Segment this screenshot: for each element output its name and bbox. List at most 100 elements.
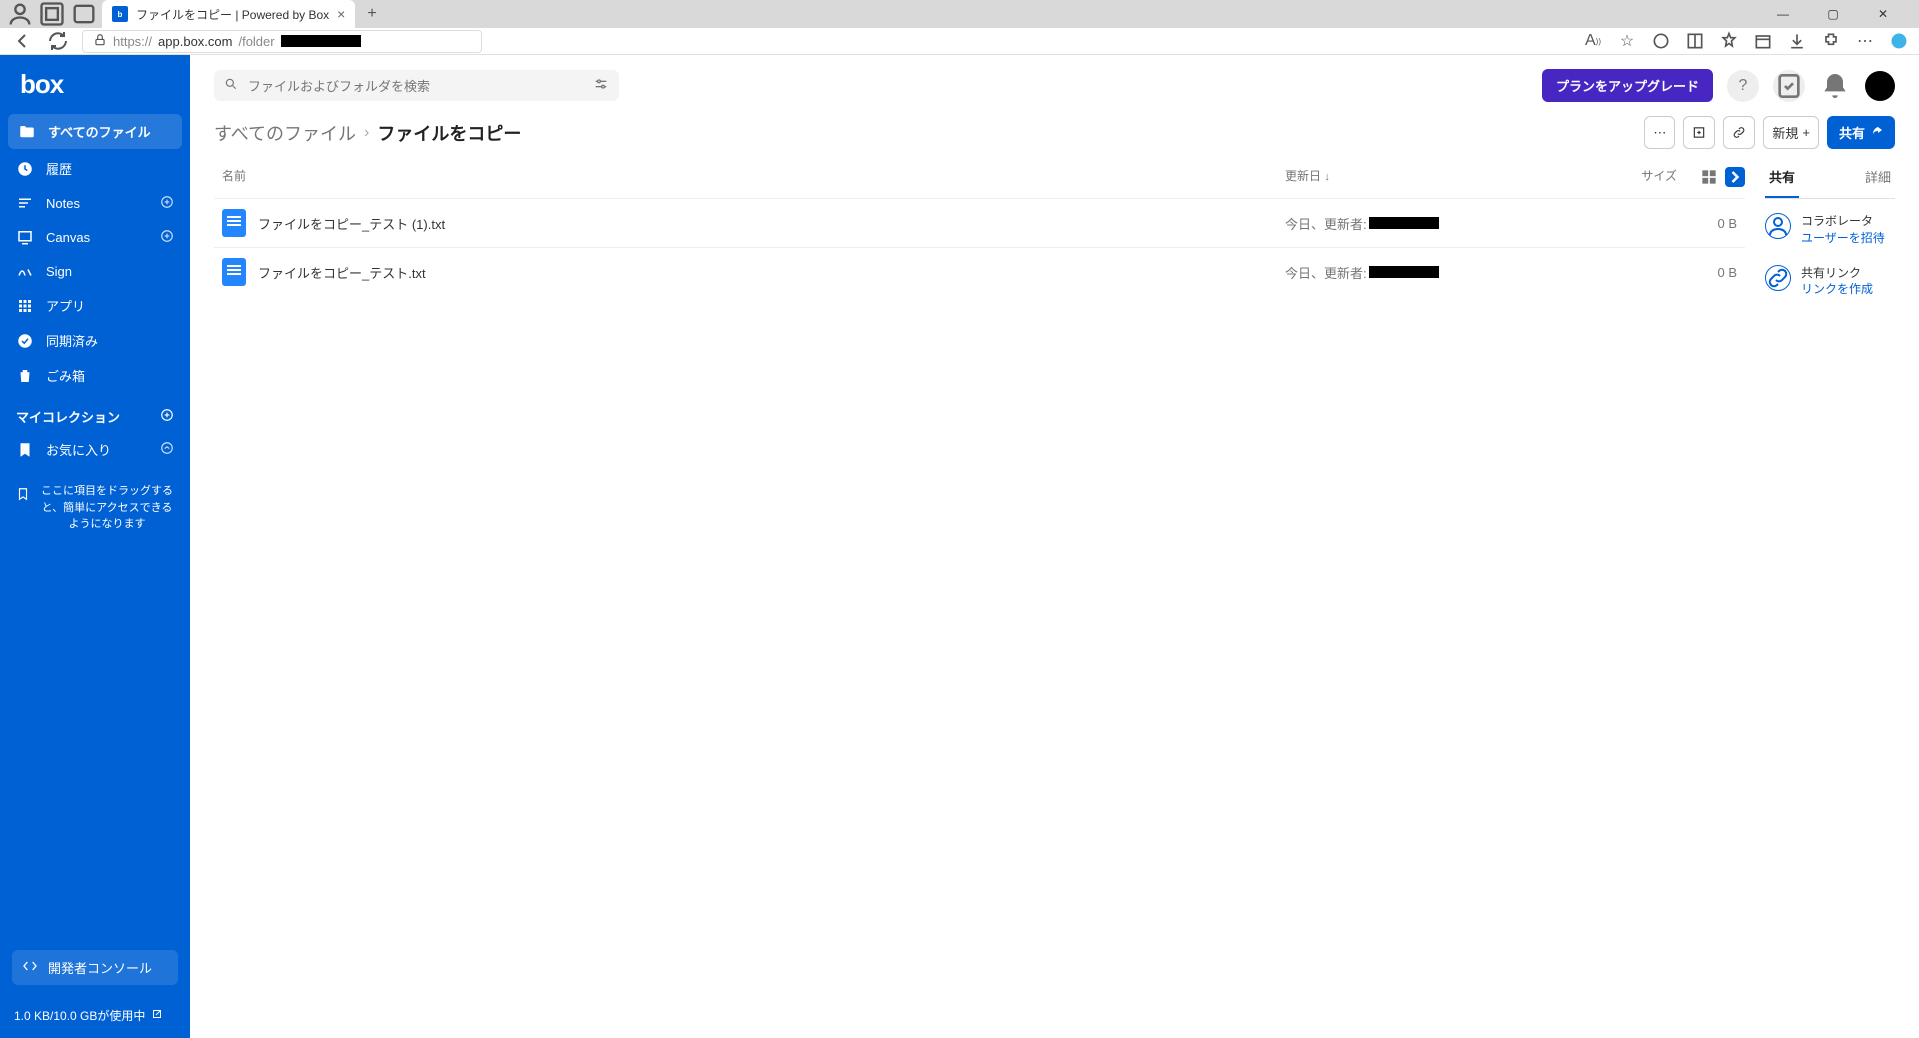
minimize-icon[interactable]: — [1765, 7, 1801, 21]
link-icon [1765, 265, 1791, 291]
invite-user-link[interactable]: ユーザーを招待 [1801, 230, 1885, 247]
file-size: 0 B [1565, 265, 1745, 280]
favorites-icon[interactable] [1719, 31, 1739, 51]
more-actions-button[interactable]: ⋯ [1644, 116, 1675, 149]
breadcrumb-current: ファイルをコピー [377, 120, 521, 146]
box-logo[interactable]: box [0, 55, 190, 112]
sidebar-item-synced[interactable]: 同期済み [0, 323, 190, 358]
browser-tab[interactable]: b ファイルをコピー | Powered by Box × [102, 0, 355, 28]
sidebar-item-label: アプリ [46, 296, 85, 315]
tab-share[interactable]: 共有 [1765, 161, 1799, 198]
refresh-button[interactable] [46, 29, 70, 53]
file-list: 名前 更新日 ↓ サイズ ファイルをコピー_テスト (1).txt 今日、更新者… [214, 161, 1745, 302]
breadcrumb-row: すべてのファイル › ファイルをコピー ⋯ 新規 + 共有 [190, 110, 1919, 161]
url-host: app.box.com [158, 34, 232, 49]
trash-icon [16, 367, 34, 385]
dev-console-button[interactable]: 開発者コンソール [12, 950, 178, 985]
url-redacted [281, 35, 361, 47]
avatar[interactable] [1865, 71, 1895, 101]
new-tab-button[interactable]: + [359, 5, 384, 23]
sidebar-item-favorites[interactable]: お気に入り [0, 432, 190, 467]
downloads-icon[interactable] [1787, 31, 1807, 51]
share-button[interactable]: 共有 [1827, 116, 1895, 149]
extension-icon[interactable] [1651, 31, 1671, 51]
sidebar-item-label: Sign [46, 264, 72, 279]
close-window-icon[interactable]: ✕ [1865, 7, 1901, 21]
browser-chrome: b ファイルをコピー | Powered by Box × + — ▢ ✕ ht… [0, 0, 1919, 55]
sidebar-item-apps[interactable]: アプリ [0, 288, 190, 323]
transfer-button[interactable] [1683, 116, 1715, 149]
profile-icon[interactable] [6, 0, 34, 28]
sign-icon [16, 262, 34, 280]
plus-icon: + [1802, 125, 1810, 140]
collaborator-section: コラボレータ ユーザーを招待 [1765, 199, 1895, 251]
search-filter-icon[interactable] [593, 76, 609, 95]
panel-toggle-icon[interactable] [1725, 167, 1745, 187]
collections-icon[interactable] [1753, 31, 1773, 51]
col-header-date[interactable]: 更新日 ↓ [1285, 167, 1565, 187]
window-controls: — ▢ ✕ [1765, 7, 1913, 21]
sidebar-item-history[interactable]: 履歴 [0, 151, 190, 186]
help-icon[interactable]: ? [1727, 70, 1759, 102]
grid-view-icon[interactable] [1699, 167, 1719, 187]
search-input[interactable]: ファイルおよびフォルダを検索 [214, 70, 619, 101]
back-button[interactable] [10, 29, 34, 53]
close-tab-icon[interactable]: × [337, 6, 345, 22]
tab-detail[interactable]: 詳細 [1861, 161, 1895, 198]
collab-title: コラボレータ [1801, 213, 1885, 230]
upgrade-button[interactable]: プランをアップグレード [1542, 69, 1713, 102]
search-placeholder: ファイルおよびフォルダを検索 [248, 76, 430, 95]
add-collection-icon[interactable] [160, 408, 174, 425]
sidebar-item-label: 履歴 [46, 159, 72, 178]
read-aloud-icon[interactable]: A)) [1583, 31, 1603, 51]
sidebar-item-label: ごみ箱 [46, 366, 85, 385]
sidebar-item-sign[interactable]: Sign [0, 254, 190, 288]
tab-title: ファイルをコピー | Powered by Box [136, 6, 329, 23]
external-icon [151, 1008, 163, 1023]
file-row[interactable]: ファイルをコピー_テスト.txt 今日、更新者: 0 B [214, 247, 1745, 296]
split-screen-icon[interactable] [1685, 31, 1705, 51]
new-button[interactable]: 新規 + [1763, 116, 1819, 149]
sidebar-section-collection[interactable]: マイコレクション [0, 393, 190, 432]
file-date: 今日、更新者: [1285, 263, 1565, 282]
link-button[interactable] [1723, 116, 1755, 149]
add-canvas-icon[interactable] [160, 229, 174, 246]
storage-usage[interactable]: 1.0 KB/10.0 GBが使用中 [0, 997, 190, 1038]
chevron-right-icon: › [364, 124, 369, 142]
create-link-link[interactable]: リンクを作成 [1801, 281, 1873, 298]
person-icon [1765, 213, 1791, 239]
url-input[interactable]: https://app.box.com/folder [82, 30, 482, 53]
main-content: ファイルおよびフォルダを検索 プランをアップグレード ? すべてのファイル › … [190, 55, 1919, 1038]
breadcrumb-root[interactable]: すべてのファイル [214, 120, 356, 146]
list-header: 名前 更新日 ↓ サイズ [214, 161, 1745, 198]
file-size: 0 B [1565, 216, 1745, 231]
sidebar-item-all-files[interactable]: すべてのファイル [8, 114, 182, 149]
address-bar: https://app.box.com/folder A)) ☆ ⋯ [0, 28, 1919, 55]
sidebar-item-trash[interactable]: ごみ箱 [0, 358, 190, 393]
tasks-icon[interactable] [1773, 70, 1805, 102]
tab-actions-icon[interactable] [70, 0, 98, 28]
col-header-name[interactable]: 名前 [214, 167, 1285, 187]
file-name[interactable]: ファイルをコピー_テスト.txt [258, 263, 1285, 282]
side-panel-tabs: 共有 詳細 [1765, 161, 1895, 199]
file-row[interactable]: ファイルをコピー_テスト (1).txt 今日、更新者: 0 B [214, 198, 1745, 247]
col-header-size[interactable]: サイズ [1565, 167, 1685, 187]
sidebar-item-canvas[interactable]: Canvas [0, 220, 190, 254]
more-icon[interactable]: ⋯ [1855, 31, 1875, 51]
bell-icon[interactable] [1819, 70, 1851, 102]
sidebar-item-label: Canvas [46, 230, 90, 245]
add-note-icon[interactable] [160, 195, 174, 212]
app-root: box すべてのファイル 履歴 Notes Canvas Sign アプリ [0, 55, 1919, 1038]
maximize-icon[interactable]: ▢ [1815, 7, 1851, 21]
notes-icon [16, 194, 34, 212]
collapse-favorites-icon[interactable] [160, 441, 174, 458]
file-name[interactable]: ファイルをコピー_テスト (1).txt [258, 214, 1285, 233]
copilot-icon[interactable] [1889, 31, 1909, 51]
favorite-star-icon[interactable]: ☆ [1617, 31, 1637, 51]
share-arrow-icon [1871, 125, 1883, 140]
extensions-icon[interactable] [1821, 31, 1841, 51]
sidebar-item-notes[interactable]: Notes [0, 186, 190, 220]
lock-icon [93, 33, 107, 50]
bookmark-icon [16, 441, 34, 459]
workspaces-icon[interactable] [38, 0, 66, 28]
